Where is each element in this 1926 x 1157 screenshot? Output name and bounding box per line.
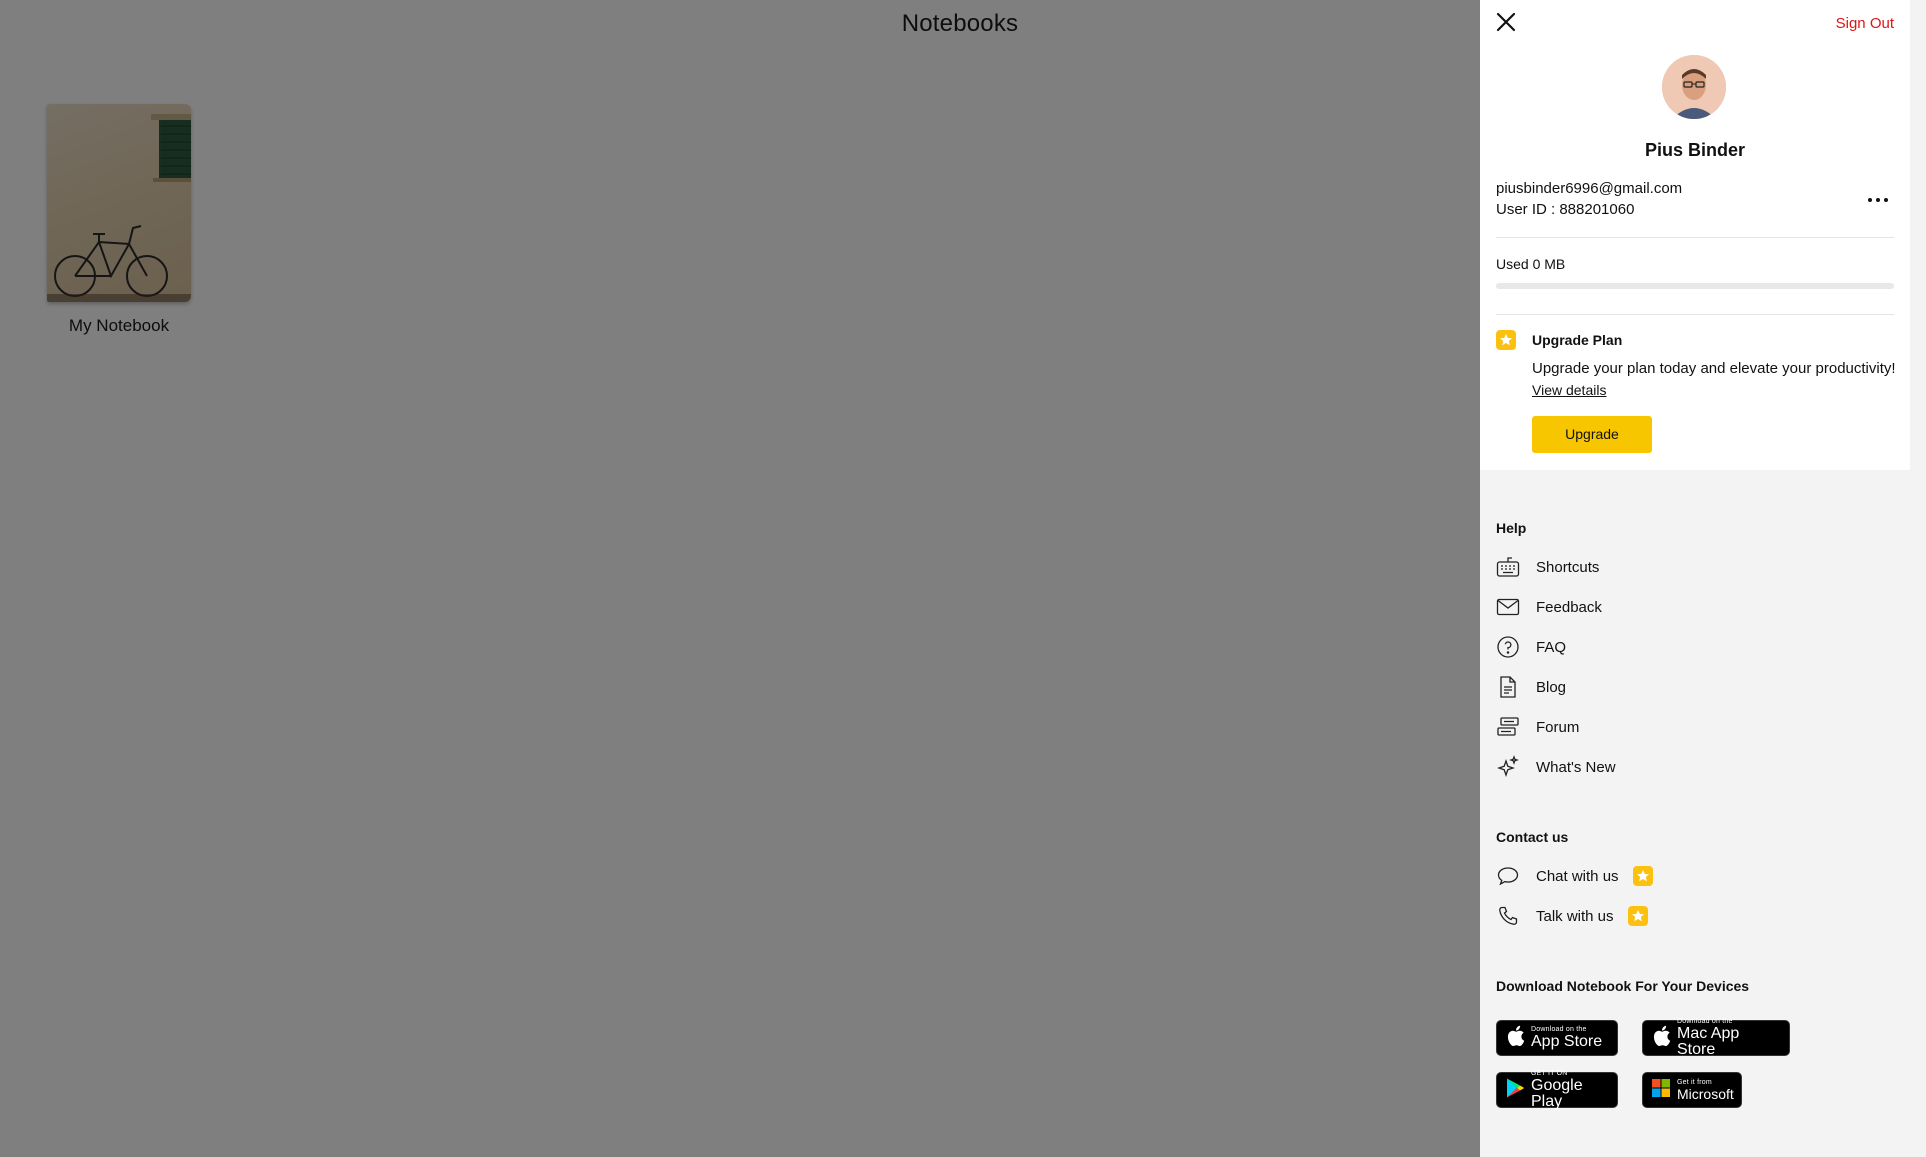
divider	[1496, 314, 1894, 315]
upgrade-description: Upgrade your plan today and elevate your…	[1532, 360, 1896, 377]
help-item-shortcuts[interactable]: Shortcuts	[1496, 553, 1876, 581]
help-item-label: Feedback	[1536, 598, 1602, 616]
chat-bubble-icon	[1496, 864, 1520, 888]
microsoft-icon	[1651, 1078, 1671, 1103]
sparkle-icon	[1496, 755, 1520, 779]
app-store-button[interactable]: Download on the App Store	[1496, 1020, 1618, 1056]
divider	[1496, 237, 1894, 238]
google-play-button[interactable]: GET IT ON Google Play	[1496, 1070, 1618, 1110]
help-item-faq[interactable]: FAQ	[1496, 633, 1876, 661]
help-item-whats-new[interactable]: What's New	[1496, 753, 1876, 781]
view-details-link[interactable]: View details	[1532, 382, 1606, 398]
store-small-text: Download on the	[1677, 1018, 1733, 1025]
sign-out-link[interactable]: Sign Out	[1836, 15, 1894, 32]
microsoft-store-button[interactable]: Get it from Microsoft	[1642, 1072, 1742, 1108]
apple-icon	[1505, 1024, 1525, 1053]
contact-item-talk[interactable]: Talk with us	[1496, 902, 1876, 930]
user-id: User ID : 888201060	[1496, 201, 1635, 218]
help-item-label: Forum	[1536, 718, 1580, 736]
modal-backdrop[interactable]	[0, 0, 1480, 1157]
storage-usage-bar	[1496, 283, 1894, 289]
google-play-icon	[1505, 1077, 1525, 1104]
apple-icon	[1651, 1024, 1671, 1053]
help-item-label: Blog	[1536, 678, 1567, 696]
question-icon	[1496, 635, 1520, 659]
keyboard-icon	[1496, 555, 1520, 579]
account-panel: Sign Out Pius Binder piusbinder6996@gmai…	[1480, 0, 1926, 1157]
help-item-feedback[interactable]: Feedback	[1496, 593, 1876, 621]
store-small-text: GET IT ON	[1531, 1070, 1568, 1077]
mail-icon	[1496, 595, 1520, 619]
mac-app-store-button[interactable]: Download on the Mac App Store	[1642, 1018, 1790, 1058]
premium-star-icon	[1627, 906, 1648, 926]
document-icon	[1496, 675, 1520, 699]
user-name: Pius Binder	[1644, 140, 1746, 160]
contact-item-chat[interactable]: Chat with us	[1496, 862, 1876, 890]
premium-star-icon	[1632, 866, 1653, 886]
store-name: Microsoft	[1677, 1086, 1734, 1102]
more-options-icon[interactable]	[1864, 190, 1892, 210]
store-name: Mac App Store	[1677, 1025, 1740, 1058]
user-email: piusbinder6996@gmail.com	[1496, 180, 1683, 197]
store-name: Google Play	[1531, 1077, 1583, 1110]
premium-star-icon	[1496, 330, 1516, 350]
forum-icon	[1496, 715, 1520, 739]
contact-item-label: Talk with us	[1536, 907, 1614, 925]
phone-icon	[1496, 904, 1520, 928]
help-item-label: FAQ	[1536, 638, 1567, 656]
panel-scrollbar[interactable]	[1910, 0, 1926, 1157]
help-item-forum[interactable]: Forum	[1496, 713, 1876, 741]
upgrade-button[interactable]: Upgrade	[1532, 416, 1652, 453]
store-small-text: Get it from	[1677, 1079, 1712, 1086]
store-name: App Store	[1531, 1033, 1603, 1050]
store-small-text: Download on the	[1531, 1026, 1587, 1033]
contact-item-label: Chat with us	[1536, 867, 1619, 885]
help-item-label: What's New	[1536, 758, 1616, 776]
close-icon[interactable]	[1492, 8, 1520, 36]
download-section-title: Download Notebook For Your Devices	[1496, 978, 1750, 994]
storage-used-label: Used 0 MB	[1496, 256, 1566, 272]
help-item-blog[interactable]: Blog	[1496, 673, 1876, 701]
account-card: Sign Out Pius Binder piusbinder6996@gmai…	[1480, 0, 1910, 470]
upgrade-plan-title: Upgrade Plan	[1532, 332, 1623, 348]
help-item-label: Shortcuts	[1536, 558, 1600, 576]
contact-section-title: Contact us	[1496, 829, 1569, 845]
help-section-title: Help	[1496, 520, 1527, 536]
avatar[interactable]	[1662, 55, 1726, 119]
